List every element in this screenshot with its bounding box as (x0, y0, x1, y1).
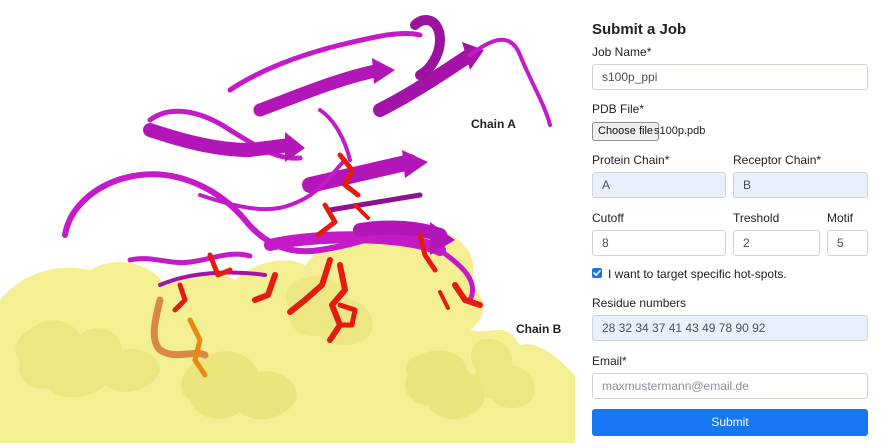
residue-numbers-input[interactable]: 28 32 34 37 41 43 49 78 90 92 (592, 315, 868, 341)
receptor-chain-label: Receptor Chain* (733, 153, 822, 167)
chain-b-label: Chain B (516, 322, 562, 336)
hotspot-checkbox[interactable] (592, 268, 602, 278)
threshold-input[interactable]: 2 (733, 230, 820, 256)
threshold-label: Treshold (733, 211, 780, 225)
protein-chain-input[interactable]: A (592, 172, 726, 198)
motif-label: Motif (827, 211, 854, 225)
form-title: Submit a Job (592, 21, 687, 38)
chain-a-ribbon (62, 15, 552, 303)
pdb-file-name: s100p.pdb (654, 125, 706, 137)
protein-structure-render (0, 15, 575, 443)
pdb-file-label: PDB File* (592, 102, 645, 116)
chain-b-surface (0, 223, 575, 443)
hotspot-checkbox-label[interactable]: I want to target specific hot-spots. (608, 267, 787, 281)
submit-job-form: Submit a Job Job Name* s100p_ppi PDB Fil… (592, 0, 868, 443)
checkmark-icon (593, 270, 601, 276)
job-name-input[interactable]: s100p_ppi (592, 64, 868, 90)
email-label: Email* (592, 354, 627, 368)
job-name-label: Job Name* (592, 45, 652, 59)
motif-input[interactable]: 5 (827, 230, 868, 256)
protein-chain-label: Protein Chain* (592, 153, 670, 167)
receptor-chain-input[interactable]: B (733, 172, 868, 198)
cutoff-input[interactable]: 8 (592, 230, 726, 256)
email-input[interactable]: maxmustermann@email.de (592, 373, 868, 399)
submit-button[interactable]: Submit (592, 409, 868, 436)
protein-structure-image: Chain A Chain B (0, 0, 575, 443)
residue-numbers-label: Residue numbers (592, 296, 687, 310)
choose-file-button[interactable]: Choose file (592, 122, 660, 141)
chain-a-label: Chain A (471, 117, 516, 131)
cutoff-label: Cutoff (592, 211, 624, 225)
